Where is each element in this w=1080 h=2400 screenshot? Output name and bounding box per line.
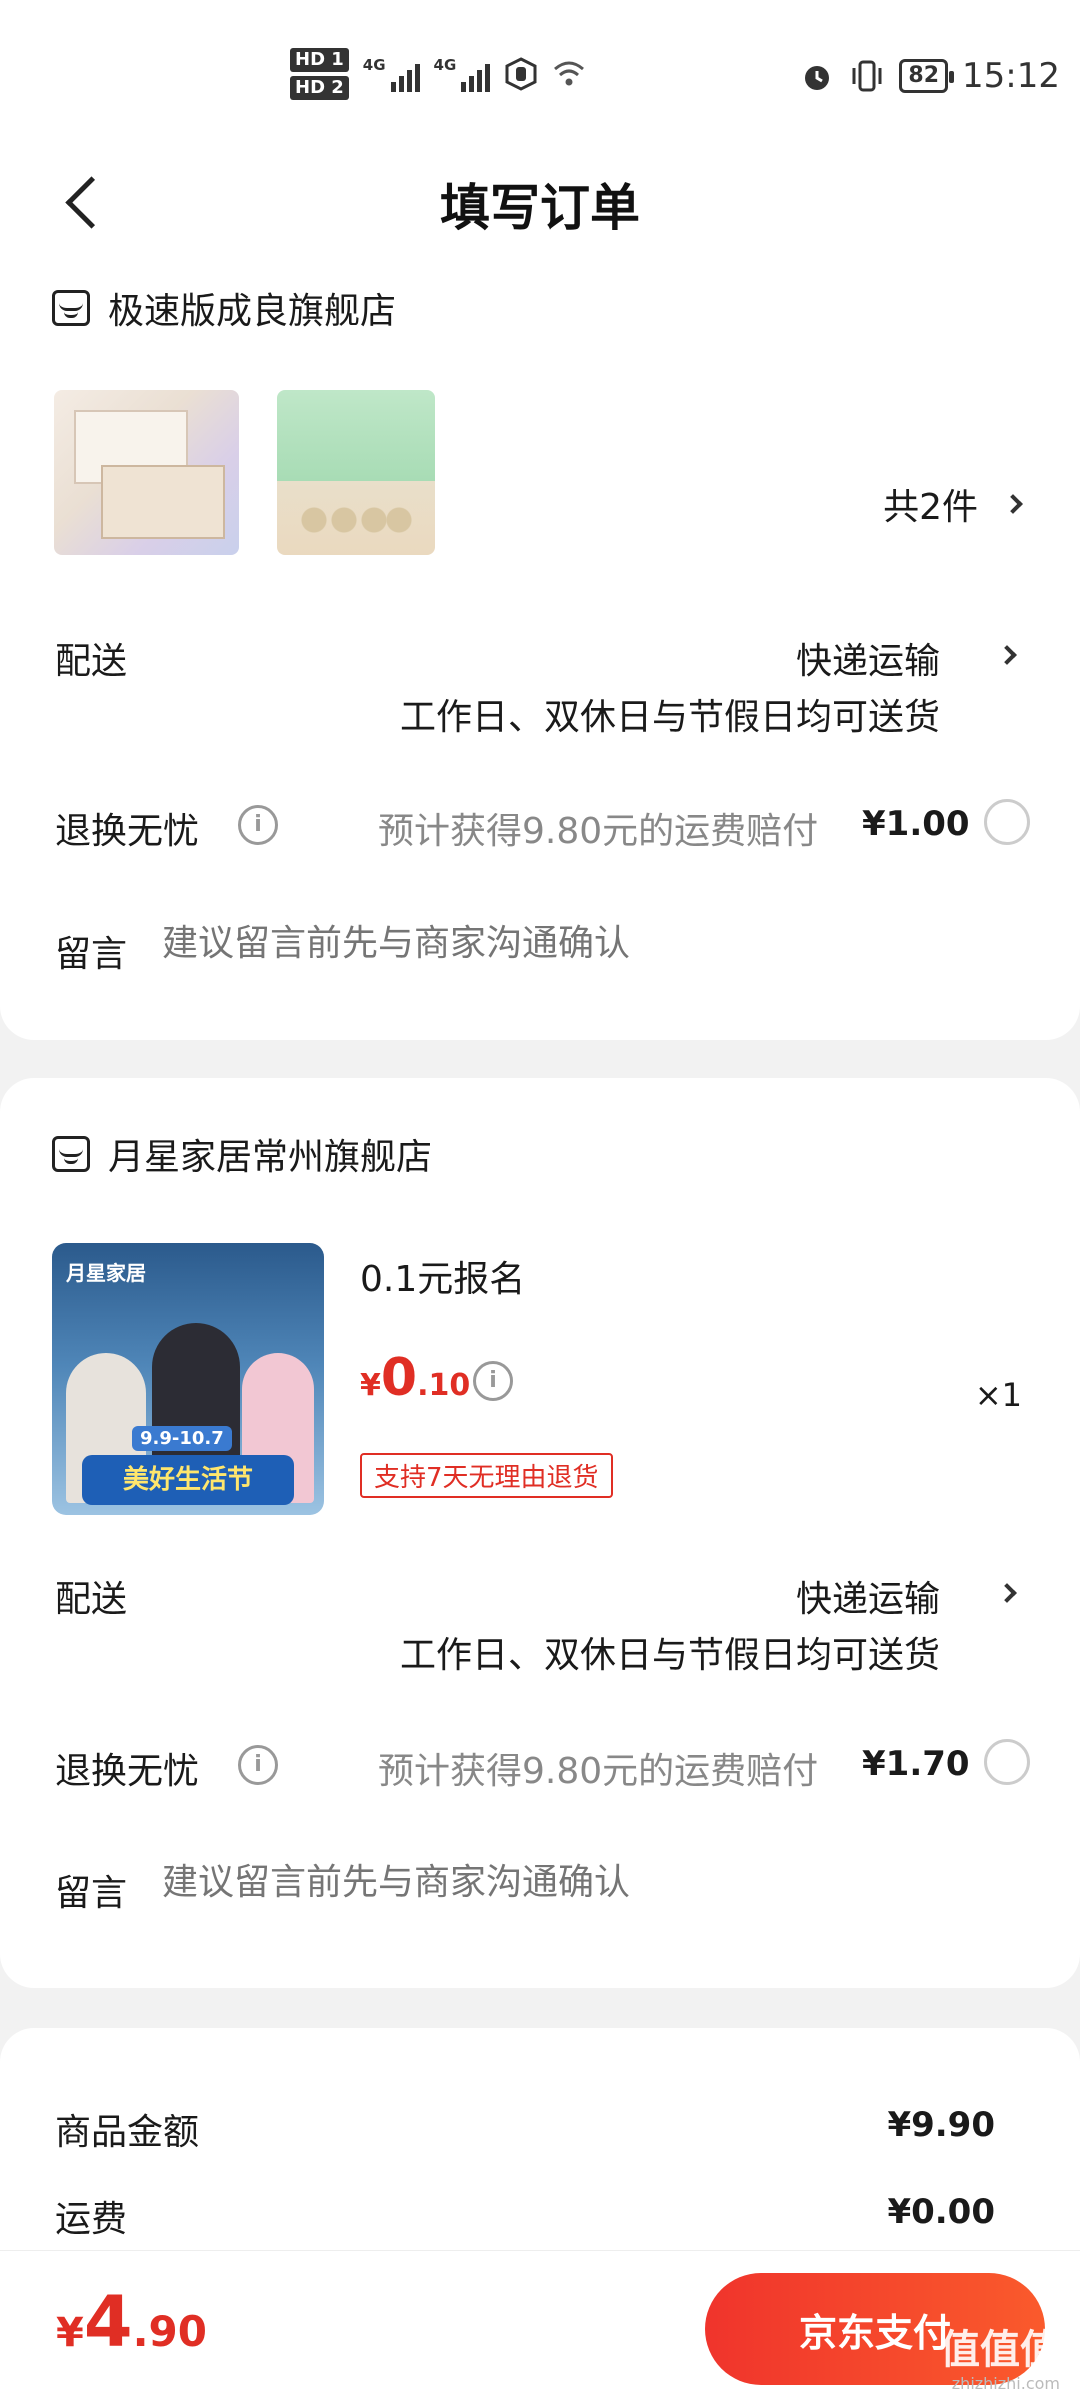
store-header[interactable]: 月星家居常州旗舰店 xyxy=(52,1128,432,1180)
return-price: ¥1.70 xyxy=(862,1744,970,1784)
price-integer: 0 xyxy=(380,1348,418,1408)
delivery-note: 工作日、双休日与节假日均可送货 xyxy=(399,697,940,738)
info-icon[interactable]: i xyxy=(238,805,278,845)
delivery-label: 配送 xyxy=(55,641,128,682)
return-description: 预计获得9.80元的运费赔付 xyxy=(378,1751,819,1792)
hd2-label: HD 2 xyxy=(290,76,349,100)
item-count-link[interactable]: 共2件 xyxy=(883,478,1023,530)
total-price: ¥ 4 .90 xyxy=(56,2281,207,2363)
hd-indicator: HD 1 HD 2 xyxy=(290,48,349,100)
hand-icon xyxy=(505,57,537,91)
price-currency: ¥ xyxy=(360,1368,381,1403)
checkout-bar: ¥ 4 .90 京东支付 xyxy=(0,2250,1080,2400)
info-icon[interactable]: i xyxy=(473,1361,513,1401)
product-price: ¥ 0 .10 xyxy=(360,1348,470,1408)
goods-amount-label: 商品金额 xyxy=(55,2112,200,2153)
alarm-icon xyxy=(805,66,830,90)
store-name: 月星家居常州旗舰店 xyxy=(108,1137,433,1178)
delivery-note: 工作日、双休日与节假日均可送货 xyxy=(399,1635,940,1676)
product-image-logo: 月星家居 xyxy=(66,1261,146,1285)
item-count: 共2件 xyxy=(883,487,978,528)
order-page: HD 1 HD 2 4G 4G 82 15:12 填写订单 极速版成良旗舰店 共… xyxy=(0,0,1080,2400)
return-description: 预计获得9.80元的运费赔付 xyxy=(378,811,819,852)
delivery-method[interactable]: 快递运输 xyxy=(796,1570,940,1622)
status-right: 82 15:12 xyxy=(799,56,1060,96)
chevron-right-icon[interactable] xyxy=(997,645,1017,665)
total-decimal: .90 xyxy=(132,2307,207,2356)
return-price: ¥1.00 xyxy=(862,804,970,844)
store-header[interactable]: 极速版成良旗舰店 xyxy=(52,282,396,334)
message-label: 留言 xyxy=(55,1873,128,1914)
store-icon xyxy=(52,1136,90,1172)
message-input[interactable] xyxy=(162,1862,962,1903)
return-radio[interactable] xyxy=(984,1739,1030,1785)
store-card-2: 月星家居常州旗舰店 月星家居 9.9-10.7 美好生活节 0.1元报名 ¥ 0… xyxy=(0,1078,1080,1988)
product-image-banner: 美好生活节 xyxy=(82,1455,294,1505)
goods-amount-value: ¥9.90 xyxy=(887,2105,995,2145)
status-left: HD 1 HD 2 4G 4G xyxy=(290,48,586,100)
vibrate-icon xyxy=(852,60,882,92)
signal2-label: 4G xyxy=(433,56,457,74)
chevron-right-icon[interactable] xyxy=(997,1583,1017,1603)
message-label: 留言 xyxy=(55,934,128,975)
store-icon xyxy=(52,290,90,326)
info-icon[interactable]: i xyxy=(238,1745,278,1785)
return-label: 退换无忧 xyxy=(55,1751,200,1792)
product-image[interactable]: 月星家居 9.9-10.7 美好生活节 xyxy=(52,1243,324,1515)
hd1-label: HD 1 xyxy=(290,48,349,72)
watermark: 值值值 zhizhizhi.com xyxy=(940,2330,1060,2392)
message-input[interactable] xyxy=(162,923,962,964)
status-bar: HD 1 HD 2 4G 4G 82 15:12 xyxy=(0,0,1080,150)
product-quantity: ×1 xyxy=(974,1376,1022,1414)
status-time: 15:12 xyxy=(962,56,1060,96)
chevron-right-icon xyxy=(1003,494,1023,514)
delivery-label: 配送 xyxy=(55,1579,128,1620)
product-thumbnail-tissue[interactable] xyxy=(54,390,239,555)
return-label: 退换无忧 xyxy=(55,811,200,852)
signal-icon: 4G xyxy=(363,56,420,92)
total-currency: ¥ xyxy=(56,2310,84,2356)
signal1-label: 4G xyxy=(362,56,386,74)
shipping-label: 运费 xyxy=(55,2199,128,2240)
shipping-value: ¥0.00 xyxy=(887,2192,995,2232)
watermark-url: zhizhizhi.com xyxy=(951,2374,1060,2393)
wifi-icon xyxy=(554,61,585,86)
store-name: 极速版成良旗舰店 xyxy=(108,291,397,332)
product-image-date: 9.9-10.7 xyxy=(132,1426,232,1451)
return-policy-badge: 支持7天无理由退货 xyxy=(360,1453,613,1498)
product-thumbnail-toilet-paper[interactable] xyxy=(277,390,435,555)
watermark-text: 值值值 xyxy=(940,2327,1060,2373)
return-radio[interactable] xyxy=(984,799,1030,845)
store-card-1: 极速版成良旗舰店 共2件 配送 快递运输 工作日、双休日与节假日均可送货 退换无… xyxy=(0,240,1080,1040)
product-name: 0.1元报名 xyxy=(360,1259,526,1300)
price-decimal: .10 xyxy=(417,1368,471,1403)
page-title: 填写订单 xyxy=(440,179,640,237)
total-integer: 4 xyxy=(83,2281,133,2363)
battery-indicator: 82 xyxy=(899,59,954,93)
signal2-icon: 4G xyxy=(434,56,491,92)
delivery-method[interactable]: 快递运输 xyxy=(796,632,940,684)
